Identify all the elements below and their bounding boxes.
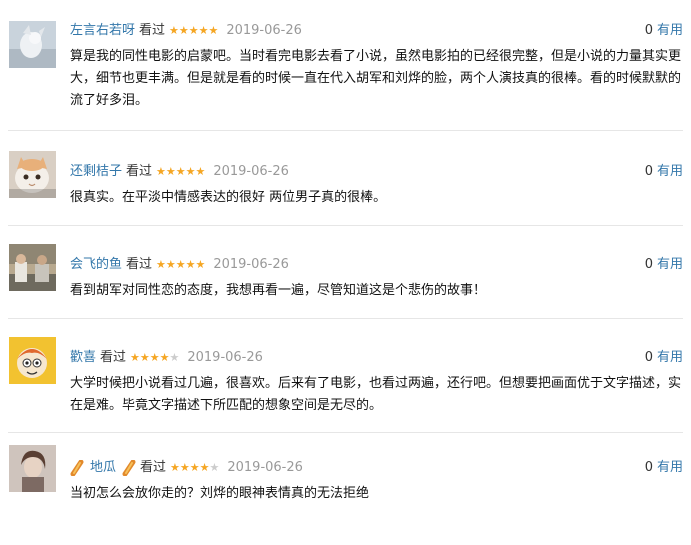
vote-count: 0: [644, 460, 653, 475]
vote-area: 0 有用: [645, 161, 683, 183]
stars-filled: ★★★★★: [156, 258, 206, 271]
comment-list: 左言右若呀 看过 ★★★★★ 2019-06-26 0 有用 算是我的同性电影的启…: [0, 0, 691, 501]
vote-area: 0 有用: [645, 254, 683, 276]
stars-filled: ★★★★★: [156, 165, 206, 178]
avatar[interactable]: [9, 21, 56, 68]
vote-area: 0 有用: [645, 457, 683, 479]
rating-stars: ★★★★★: [156, 254, 205, 276]
comment-item: 会飞的鱼 看过 ★★★★★ 2019-06-26 0 有用 看到胡军对同性恋的态度…: [0, 234, 691, 342]
vote-count: 0: [644, 350, 653, 365]
comment-header: 还剩桔子 看过 ★★★★★ 2019-06-26: [70, 161, 289, 183]
divider: [8, 225, 683, 226]
vote-count: 0: [644, 164, 653, 179]
avatar-image: [9, 445, 56, 492]
useful-button[interactable]: 有用: [657, 257, 683, 272]
comment-text: 当初怎么会放你走的？刘烨的眼神表情真的无法拒绝: [70, 486, 370, 501]
comment-time: 2019-06-26: [187, 350, 263, 365]
watch-status: 看过: [126, 257, 153, 272]
stars-empty: ★: [209, 461, 220, 474]
rating-stars: ★★★★★: [130, 347, 179, 369]
comment-time: 2019-06-26: [226, 23, 302, 38]
vote-count: 0: [644, 257, 653, 272]
watch-status: 看过: [100, 350, 127, 365]
watch-status: 看过: [126, 164, 153, 179]
username-link[interactable]: 歡喜: [70, 347, 96, 369]
comment-header: 会飞的鱼 看过 ★★★★★ 2019-06-26: [70, 254, 289, 276]
watch-status: 看过: [139, 23, 166, 38]
comment-time: 2019-06-26: [227, 460, 303, 475]
rating-stars: ★★★★★: [169, 20, 218, 42]
stars-filled: ★★★★★: [169, 24, 219, 37]
useful-button[interactable]: 有用: [657, 164, 683, 179]
avatar-image: [9, 244, 56, 291]
watch-status: 看过: [140, 460, 167, 475]
divider: [8, 432, 683, 433]
comment-text: 很真实。在平淡中情感表达的很好 两位男子真的很棒。: [70, 190, 387, 205]
comment-item: 还剩桔子 看过 ★★★★★ 2019-06-26 0 有用 很真实。在平淡中情感表…: [0, 141, 691, 249]
medal-icon: [70, 460, 84, 476]
useful-button[interactable]: 有用: [657, 350, 683, 365]
useful-button[interactable]: 有用: [657, 460, 683, 475]
avatar-image: [9, 337, 56, 384]
comment-item: 歡喜 看过 ★★★★★ 2019-06-26 0 有用 大学时候把小说看过几遍，很…: [0, 327, 691, 435]
comment-text: 大学时候把小说看过几遍，很喜欢。后来有了电影，也看过两遍，还行吧。但想要把画面优…: [70, 376, 682, 413]
username-link[interactable]: 地瓜: [90, 457, 116, 479]
divider: [8, 318, 683, 319]
rating-stars: ★★★★★: [156, 161, 205, 183]
vote-area: 0 有用: [645, 20, 683, 42]
stars-filled: ★★★★: [130, 351, 170, 364]
medal-icon: [122, 460, 136, 476]
comment-header: 歡喜 看过 ★★★★★ 2019-06-26: [70, 347, 263, 369]
stars-empty: ★: [169, 351, 180, 364]
comment-text: 看到胡军对同性恋的态度，我想再看一遍，尽管知道这是个悲伤的故事！: [70, 283, 487, 298]
stars-filled: ★★★★: [170, 461, 210, 474]
username-link[interactable]: 还剩桔子: [70, 161, 122, 183]
comment-item: 左言右若呀 看过 ★★★★★ 2019-06-26 0 有用 算是我的同性电影的启…: [0, 0, 691, 108]
comment-time: 2019-06-26: [213, 257, 289, 272]
avatar-image: [9, 21, 56, 68]
comment-header: 地瓜 看过 ★★★★★ 2019-06-26: [70, 457, 303, 479]
useful-button[interactable]: 有用: [657, 23, 683, 38]
comment-time: 2019-06-26: [213, 164, 289, 179]
comment-item: 地瓜 看过 ★★★★★ 2019-06-26 0 有用 当初怎么会放你走的？刘烨的…: [0, 437, 691, 545]
divider: [8, 130, 683, 131]
avatar[interactable]: [9, 151, 56, 198]
avatar[interactable]: [9, 445, 56, 492]
comment-text: 算是我的同性电影的启蒙吧。当时看完电影去看了小说，虽然电影拍的已经很完整，但是小…: [70, 49, 682, 108]
avatar-image: [9, 151, 56, 198]
comment-header: 左言右若呀 看过 ★★★★★ 2019-06-26: [70, 20, 302, 42]
username-link[interactable]: 左言右若呀: [70, 20, 135, 42]
avatar[interactable]: [9, 337, 56, 384]
vote-area: 0 有用: [645, 347, 683, 369]
rating-stars: ★★★★★: [170, 457, 219, 479]
username-link[interactable]: 会飞的鱼: [70, 254, 122, 276]
avatar[interactable]: [9, 244, 56, 291]
vote-count: 0: [644, 23, 653, 38]
